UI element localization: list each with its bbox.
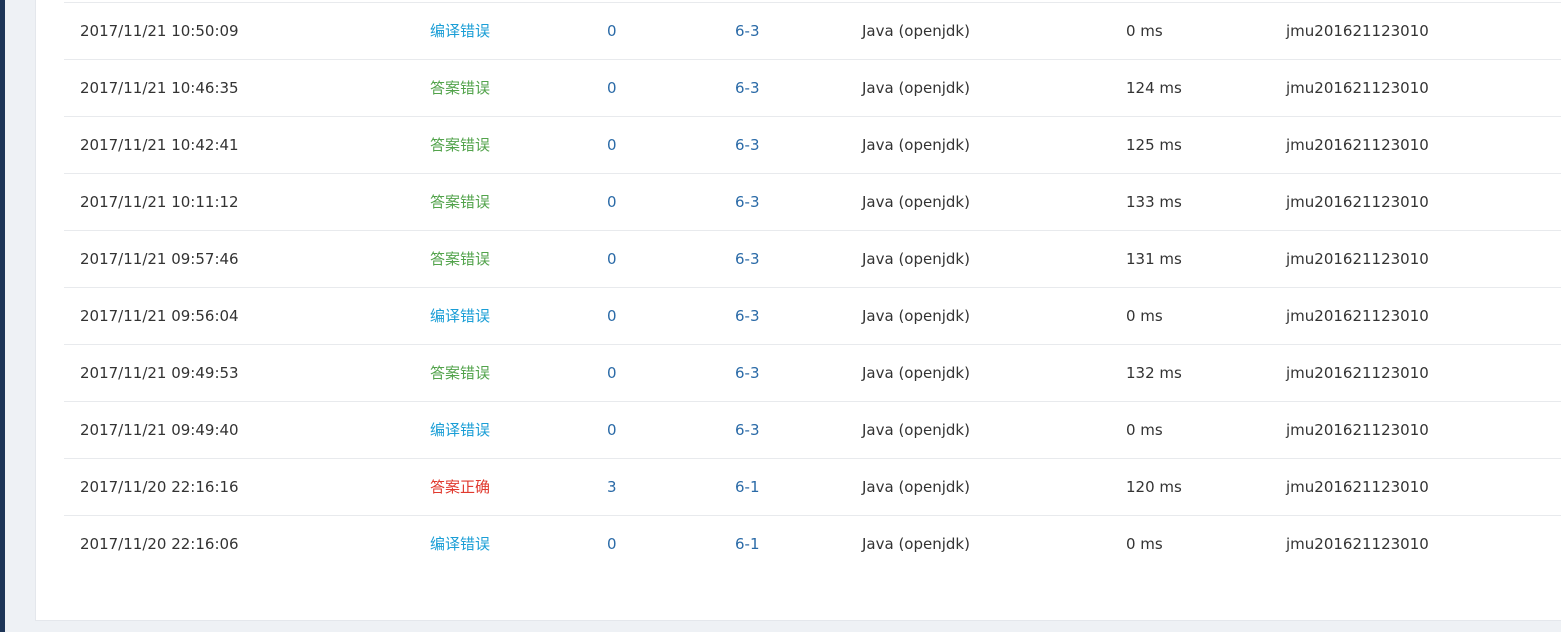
language: Java (openjdk)	[862, 22, 970, 40]
runtime: 0 ms	[1126, 535, 1163, 553]
score-link[interactable]: 0	[607, 345, 617, 401]
username: jmu201621123010	[1286, 364, 1429, 382]
username: jmu201621123010	[1286, 535, 1429, 553]
submit-time: 2017/11/20 22:16:06	[80, 535, 239, 553]
language: Java (openjdk)	[862, 364, 970, 382]
problem-link[interactable]: 6-3	[735, 345, 760, 401]
problem-link[interactable]: 6-1	[735, 459, 760, 515]
username: jmu201621123010	[1286, 421, 1429, 439]
score-link[interactable]: 0	[607, 231, 617, 287]
status-link[interactable]: 编译错误	[430, 3, 490, 59]
table-row: 2017/11/21 10:11:12 答案错误 0 6-3 Java (openjdk…	[64, 173, 1561, 230]
submit-time: 2017/11/21 10:11:12	[80, 193, 239, 211]
score-link[interactable]: 0	[607, 117, 617, 173]
score-link[interactable]: 0	[607, 402, 617, 458]
score-link[interactable]: 0	[607, 174, 617, 230]
submit-time: 2017/11/21 10:42:41	[80, 136, 239, 154]
table-row: 2017/11/21 09:49:40 编译错误 0 6-3 Java (openjdk…	[64, 401, 1561, 458]
username: jmu201621123010	[1286, 478, 1429, 496]
submit-time: 2017/11/21 09:56:04	[80, 307, 239, 325]
table-row: 2017/11/21 09:57:46 答案错误 0 6-3 Java (openjdk…	[64, 230, 1561, 287]
username: jmu201621123010	[1286, 79, 1429, 97]
status-link[interactable]: 答案正确	[430, 459, 490, 515]
status-link[interactable]: 答案错误	[430, 231, 490, 287]
runtime: 0 ms	[1126, 307, 1163, 325]
problem-link[interactable]: 6-3	[735, 174, 760, 230]
problem-link[interactable]: 6-3	[735, 231, 760, 287]
runtime: 125 ms	[1126, 136, 1182, 154]
runtime: 124 ms	[1126, 79, 1182, 97]
status-link[interactable]: 答案错误	[430, 117, 490, 173]
runtime: 0 ms	[1126, 421, 1163, 439]
status-link[interactable]: 答案错误	[430, 174, 490, 230]
problem-link[interactable]: 6-1	[735, 516, 760, 572]
submit-time: 2017/11/20 22:16:16	[80, 478, 239, 496]
table-row: 2017/11/20 22:16:06 编译错误 0 6-1 Java (openjdk…	[64, 515, 1561, 572]
submit-time: 2017/11/21 09:49:40	[80, 421, 239, 439]
problem-link[interactable]: 6-3	[735, 288, 760, 344]
runtime: 120 ms	[1126, 478, 1182, 496]
submit-time: 2017/11/21 10:46:35	[80, 79, 239, 97]
language: Java (openjdk)	[862, 250, 970, 268]
runtime: 0 ms	[1126, 22, 1163, 40]
table-row: 2017/11/21 09:56:04 编译错误 0 6-3 Java (openjdk…	[64, 287, 1561, 344]
username: jmu201621123010	[1286, 193, 1429, 211]
left-sidebar-edge	[0, 0, 5, 632]
language: Java (openjdk)	[862, 535, 970, 553]
status-link[interactable]: 答案错误	[430, 345, 490, 401]
username: jmu201621123010	[1286, 307, 1429, 325]
score-link[interactable]: 0	[607, 516, 617, 572]
runtime: 131 ms	[1126, 250, 1182, 268]
runtime: 133 ms	[1126, 193, 1182, 211]
score-link[interactable]: 0	[607, 288, 617, 344]
table-row: 2017/11/21 10:42:41 答案错误 0 6-3 Java (openjdk…	[64, 116, 1561, 173]
username: jmu201621123010	[1286, 250, 1429, 268]
table-row: 2017/11/21 09:49:53 答案错误 0 6-3 Java (openjdk…	[64, 344, 1561, 401]
problem-link[interactable]: 6-3	[735, 402, 760, 458]
language: Java (openjdk)	[862, 193, 970, 211]
language: Java (openjdk)	[862, 421, 970, 439]
table-row: 2017/11/21 10:46:35 答案错误 0 6-3 Java (openjdk…	[64, 59, 1561, 116]
language: Java (openjdk)	[862, 136, 970, 154]
problem-link[interactable]: 6-3	[735, 3, 760, 59]
score-link[interactable]: 0	[607, 60, 617, 116]
language: Java (openjdk)	[862, 478, 970, 496]
status-link[interactable]: 答案错误	[430, 60, 490, 116]
username: jmu201621123010	[1286, 22, 1429, 40]
status-link[interactable]: 编译错误	[430, 402, 490, 458]
runtime: 132 ms	[1126, 364, 1182, 382]
status-link[interactable]: 编译错误	[430, 288, 490, 344]
score-link[interactable]: 3	[607, 459, 617, 515]
problem-link[interactable]: 6-3	[735, 117, 760, 173]
table-row: 2017/11/20 22:16:16 答案正确 3 6-1 Java (openjdk…	[64, 458, 1561, 515]
language: Java (openjdk)	[862, 79, 970, 97]
submit-time: 2017/11/21 09:49:53	[80, 364, 239, 382]
username: jmu201621123010	[1286, 136, 1429, 154]
submit-time: 2017/11/21 10:50:09	[80, 22, 239, 40]
language: Java (openjdk)	[862, 307, 970, 325]
table-row: 2017/11/21 10:50:09 编译错误 0 6-3 Java (openjdk…	[64, 2, 1561, 59]
score-link[interactable]: 0	[607, 3, 617, 59]
submit-time: 2017/11/21 09:57:46	[80, 250, 239, 268]
problem-link[interactable]: 6-3	[735, 60, 760, 116]
status-link[interactable]: 编译错误	[430, 516, 490, 572]
submissions-table: 2017/11/21 10:50:09 编译错误 0 6-3 Java (openjdk…	[64, 2, 1561, 572]
